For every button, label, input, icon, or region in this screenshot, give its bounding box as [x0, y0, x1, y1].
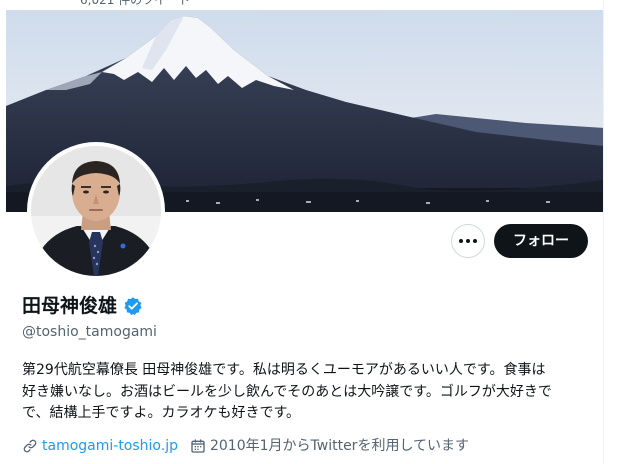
profile-avatar[interactable] — [27, 142, 165, 280]
user-handle: @toshio_tamogami — [22, 324, 157, 340]
profile-bio: 第29代航空幕僚長 田母神俊雄です。私は明るくユーモアがあるいい人です。食事は … — [22, 360, 592, 425]
profile-meta: tamogami-toshio.jp 2010年1月からTwitterを利用して… — [22, 437, 469, 455]
follow-button[interactable]: フォロー — [494, 224, 588, 258]
website-item[interactable]: tamogami-toshio.jp — [22, 437, 178, 455]
verified-badge-icon[interactable] — [123, 296, 143, 316]
bio-line: で、結構上手ですよ。カラオケも好きです。 — [22, 405, 301, 421]
bio-line: 好き嫌いなし。お酒はビールを少し飲んでそのあとは大吟譲です。ゴルフが大好きで — [22, 383, 552, 400]
profile-column: 6,021 件のツイート フォロー 田母神俊雄 @toshio_tamogami… — [6, 0, 604, 464]
header-strip: 6,021 件のツイート — [6, 0, 603, 10]
bio-line: 第29代航空幕僚長 田母神俊雄です。私は明るくユーモアがあるいい人です。食事は — [22, 362, 546, 378]
joined-date: 2010年1月からTwitterを利用しています — [209, 438, 470, 454]
avatar-photo — [31, 146, 161, 276]
display-name: 田母神俊雄 — [22, 295, 118, 317]
calendar-icon — [191, 439, 205, 453]
link-icon — [23, 439, 37, 453]
website-link[interactable]: tamogami-toshio.jp — [42, 437, 178, 455]
more-horizontal-icon — [459, 239, 477, 243]
more-options-button[interactable] — [451, 224, 485, 258]
name-row: 田母神俊雄 — [22, 294, 143, 318]
joined-item: 2010年1月からTwitterを利用しています — [190, 437, 469, 455]
tweet-count: 6,021 件のツイート — [80, 0, 191, 7]
